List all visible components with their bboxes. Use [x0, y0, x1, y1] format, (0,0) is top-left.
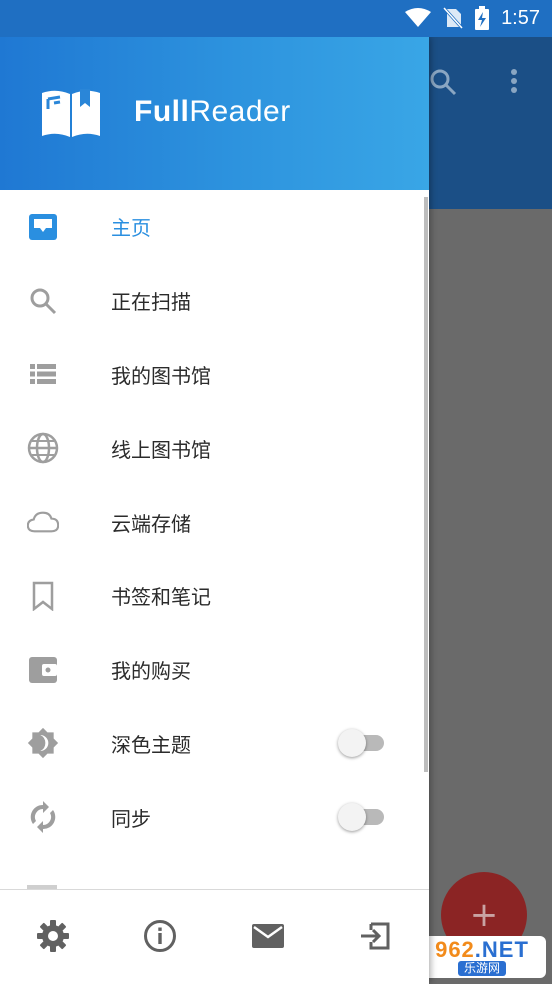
wifi-icon	[405, 8, 432, 27]
menu-item-my-purchases[interactable]: 我的购买	[0, 633, 429, 707]
drawer-header: FullReader	[0, 37, 429, 190]
menu-item-bookmarks-notes[interactable]: 书签和笔记	[0, 559, 429, 633]
menu-label: 云端存储	[111, 511, 191, 536]
menu-label: 正在扫描	[111, 290, 191, 315]
menu-label: 主页	[111, 216, 151, 241]
search-icon[interactable]	[428, 67, 458, 97]
drawer-bottom-bar	[0, 889, 429, 984]
drawer-menu: 主页 正在扫描 我的图书馆 线上图书馆 云端存储 书签和笔记 我的购买 深色主题…	[0, 190, 429, 854]
drawer-scrollbar[interactable]	[424, 197, 428, 772]
watermark-bottom: 乐游网	[457, 960, 506, 976]
battery-charging-icon	[475, 6, 490, 30]
watermark-top: 962.NET	[435, 936, 529, 962]
plus-icon: +	[469, 895, 499, 935]
book-logo-icon	[42, 89, 100, 137]
no-sim-icon	[443, 7, 464, 29]
wallet-icon	[27, 654, 59, 686]
menu-item-scanning[interactable]: 正在扫描	[0, 264, 429, 338]
mail-icon[interactable]	[250, 918, 286, 954]
navigation-drawer: FullReader 主页 正在扫描 我的图书馆 线上图书馆 云端存储 书签和笔…	[0, 37, 429, 984]
dark-theme-toggle[interactable]	[338, 729, 388, 758]
brand-name: FullReader	[134, 95, 291, 128]
menu-item-cloud-storage[interactable]: 云端存储	[0, 485, 429, 559]
menu-item-home[interactable]: 主页	[0, 190, 429, 264]
menu-label: 深色主题	[111, 732, 191, 757]
site-watermark: 962.NET 乐游网	[418, 936, 546, 978]
status-time: 1:57	[501, 6, 540, 29]
search-icon	[27, 285, 59, 317]
status-bar: 1:57	[0, 0, 552, 37]
menu-label: 书签和笔记	[111, 585, 211, 610]
menu-item-online-library[interactable]: 线上图书馆	[0, 411, 429, 485]
menu-item-my-library[interactable]: 我的图书馆	[0, 338, 429, 412]
info-icon[interactable]	[142, 918, 178, 954]
menu-label: 我的购买	[111, 659, 191, 684]
list-icon	[27, 358, 59, 390]
status-icons: 1:57	[405, 6, 540, 30]
sync-icon	[27, 801, 59, 834]
menu-label: 我的图书馆	[111, 363, 211, 388]
more-vert-icon[interactable]	[508, 67, 520, 97]
sync-toggle[interactable]	[338, 803, 388, 832]
cloud-icon	[27, 506, 59, 538]
menu-label: 线上图书馆	[111, 437, 211, 462]
menu-item-sync[interactable]: 同步	[0, 780, 429, 854]
exit-icon[interactable]	[357, 918, 393, 954]
gear-icon[interactable]	[35, 918, 71, 954]
menu-item-dark-theme[interactable]: 深色主题	[0, 707, 429, 781]
bookmark-icon	[27, 580, 59, 612]
home-tray-icon	[27, 211, 59, 243]
brightness-icon	[27, 727, 59, 759]
menu-label: 同步	[111, 806, 151, 831]
globe-icon	[27, 432, 59, 464]
